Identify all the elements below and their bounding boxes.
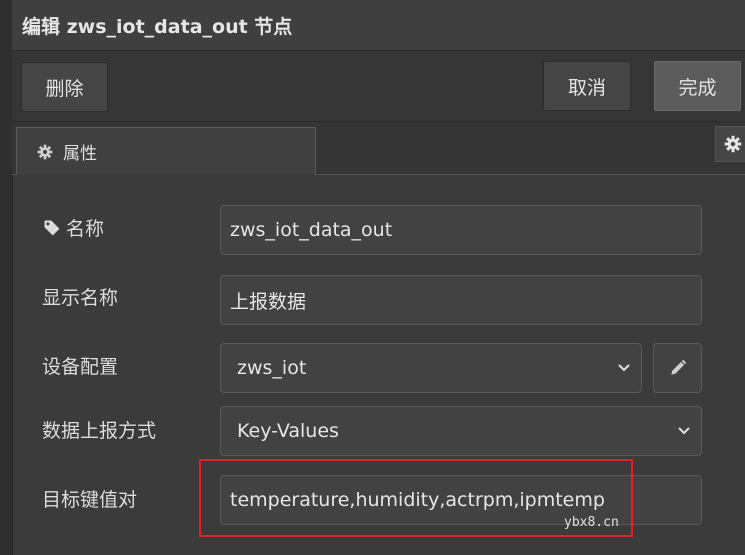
device-config-label: 设备配置 [42,352,118,379]
tab-bar: 属性 [12,122,745,175]
dialog-title: 编辑 zws_iot_data_out 节点 [22,16,293,38]
report-mode-label: 数据上报方式 [42,416,156,443]
dialog-toolbar: 删除 取消 完成 [12,51,745,122]
report-mode-label-text: 数据上报方式 [42,420,157,442]
chevron-down-icon [618,364,630,372]
name-input[interactable]: zws_iot_data_out [220,205,702,255]
display-name-label: 显示名称 [42,283,118,310]
delete-button[interactable]: 删除 [21,62,108,112]
report-mode-value: Key-Values [237,420,339,442]
gear-icon [37,144,53,159]
gear-icon [724,135,742,153]
tab-label: 属性 [63,144,97,164]
name-label-text: 名称 [66,218,105,240]
edit-config-button[interactable] [653,343,702,393]
chevron-down-icon [678,427,690,435]
device-config-label-text: 设备配置 [42,356,119,378]
display-name-input[interactable]: 上报数据 [220,275,702,325]
done-button[interactable]: 完成 [654,61,741,111]
target-kv-label: 目标键值对 [42,485,137,512]
device-config-select[interactable]: zws_iot [220,343,642,393]
target-kv-label-text: 目标键值对 [42,489,138,511]
display-name-label-text: 显示名称 [42,287,119,309]
tag-icon [44,220,60,235]
side-settings-button[interactable] [715,126,745,162]
dialog-title-bar: 编辑 zws_iot_data_out 节点 [12,0,745,51]
device-config-value: zws_iot [237,357,307,379]
watermark: ybx8.cn [564,515,619,530]
report-mode-select[interactable]: Key-Values [220,406,702,456]
pencil-icon [670,359,686,375]
name-label: 名称 [42,214,104,241]
cancel-button[interactable]: 取消 [543,61,631,111]
tab-properties[interactable]: 属性 [16,127,316,175]
